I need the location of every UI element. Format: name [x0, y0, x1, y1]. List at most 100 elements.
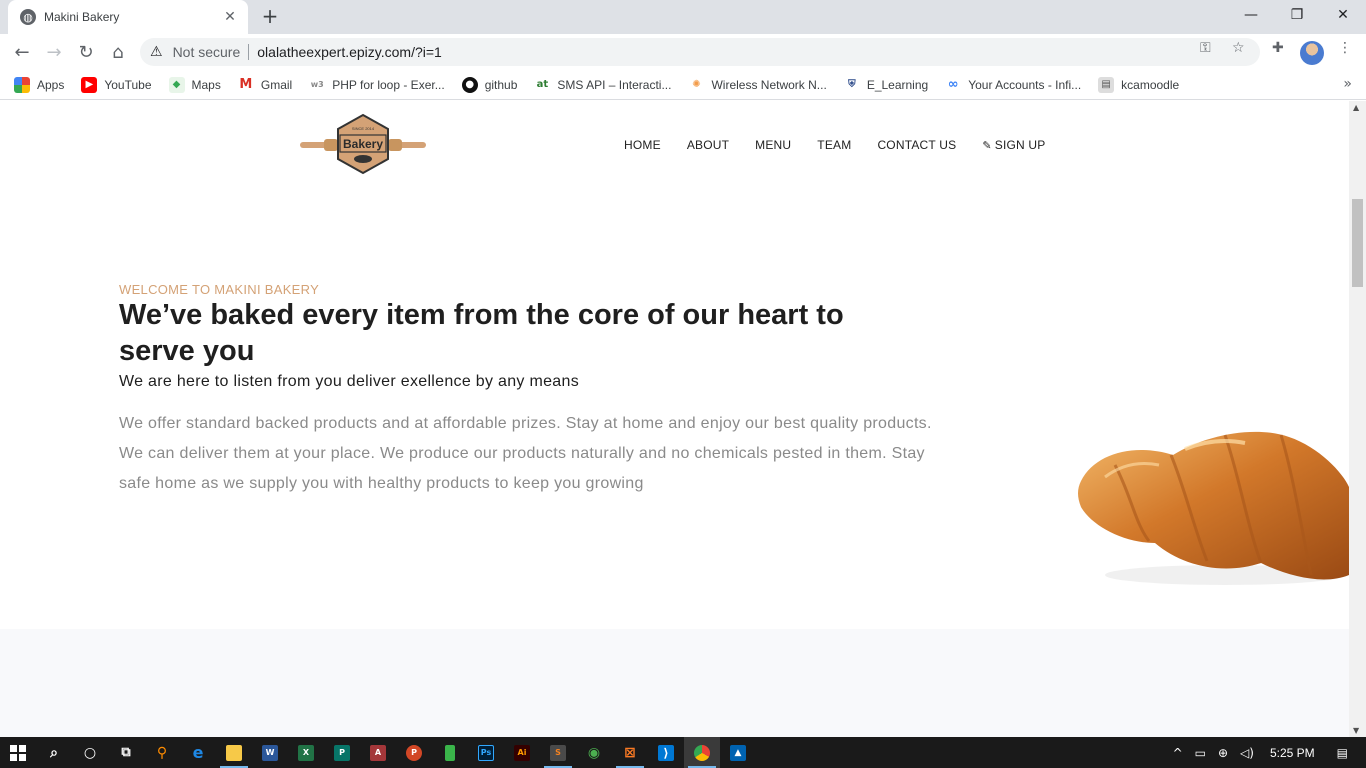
- taskbar-powerpoint[interactable]: P: [396, 737, 432, 768]
- bookmark-label: Apps: [37, 77, 65, 92]
- browser-tab[interactable]: ◍ Makini Bakery ✕: [8, 0, 248, 34]
- security-label[interactable]: Not secure: [173, 44, 241, 60]
- close-tab-icon[interactable]: ✕: [222, 9, 238, 25]
- bookmarks-bar: Apps ▶ YouTube ◆ Maps M Gmail w3 PHP for…: [0, 70, 1366, 100]
- taskbar-photos[interactable]: ▲: [720, 737, 756, 768]
- restore-button[interactable]: ❐: [1274, 0, 1320, 30]
- window-close-button[interactable]: ✕: [1320, 0, 1366, 30]
- bookmark-github[interactable]: ● github: [461, 76, 517, 93]
- taskbar-file-explorer[interactable]: [216, 737, 252, 768]
- taskbar-photoshop[interactable]: Ps: [468, 737, 504, 768]
- taskbar-everything[interactable]: ⚲: [144, 737, 180, 768]
- bookmark-elearning[interactable]: ⛨ E_Learning: [844, 77, 928, 93]
- taskbar-sublime[interactable]: S: [540, 737, 576, 768]
- nav-contact[interactable]: CONTACT US: [877, 138, 956, 152]
- bookmark-php-loop[interactable]: w3 PHP for loop - Exer...: [309, 77, 445, 93]
- bookmark-gmail[interactable]: M Gmail: [238, 77, 292, 93]
- nav-menu[interactable]: MENU: [755, 138, 791, 152]
- network-icon[interactable]: ⊕: [1218, 746, 1228, 760]
- url-text[interactable]: olalatheexpert.epizy.com/?i=1: [257, 44, 442, 60]
- access-icon: A: [370, 744, 386, 761]
- tray-chevron-icon[interactable]: ^: [1173, 746, 1183, 760]
- back-button[interactable]: ←: [8, 38, 36, 66]
- bookmark-sms-api[interactable]: at SMS API – Interacti...: [534, 77, 672, 93]
- taskbar-excel[interactable]: X: [288, 737, 324, 768]
- bookmark-kcamoodle[interactable]: ▤ kcamoodle: [1098, 76, 1179, 93]
- taskbar-cortana[interactable]: ○: [72, 737, 108, 768]
- notifications-icon[interactable]: ▤: [1337, 746, 1348, 760]
- browser-toolbar: ← → ↻ ⌂ ⚠ Not secure olalatheexpert.epiz…: [0, 34, 1366, 70]
- new-tab-button[interactable]: +: [258, 5, 282, 29]
- taskbar-search[interactable]: ⌕: [36, 737, 72, 768]
- search-icon: ⌕: [50, 744, 58, 761]
- nav-signup[interactable]: ✎ SIGN UP: [982, 138, 1071, 152]
- moodle-icon: ▤: [1098, 76, 1115, 93]
- bookmark-label: E_Learning: [866, 77, 929, 92]
- taskbar-xampp[interactable]: ⊠: [612, 737, 648, 768]
- xampp-icon: ⊠: [624, 744, 636, 761]
- minimize-button[interactable]: —: [1228, 0, 1274, 30]
- key-icon[interactable]: ⚿: [1200, 40, 1211, 56]
- site-header: SINCE 2014 Bakery HOME ABOUT MENU TEAM C…: [0, 101, 1349, 187]
- globe-icon: ◍: [20, 9, 36, 25]
- illustrator-icon: Ai: [514, 744, 530, 761]
- search-everything-icon: ⚲: [156, 744, 168, 761]
- clock-time[interactable]: 5:25 PM: [1270, 746, 1315, 760]
- nav-team[interactable]: TEAM: [817, 138, 851, 152]
- reload-button[interactable]: ↻: [72, 38, 100, 66]
- bookmark-wireless[interactable]: ✺ Wireless Network N...: [688, 77, 827, 93]
- taskbar-chrome[interactable]: [684, 737, 720, 768]
- windows-taskbar: ⌕ ○ ⧉ ⚲ e W X P A P Ps Ai S ◉ ⊠ ⟩ ▲ ^ ▭ …: [0, 737, 1366, 768]
- github-icon: ●: [461, 76, 478, 93]
- greenshot-icon: ◉: [587, 744, 601, 761]
- tab-title: Makini Bakery: [44, 10, 120, 24]
- battery-icon[interactable]: ▭: [1195, 746, 1206, 760]
- taskbar-greenshot[interactable]: ◉: [576, 737, 612, 768]
- sublime-icon: S: [550, 744, 566, 761]
- taskbar-vscode[interactable]: ⟩: [648, 737, 684, 768]
- address-bar[interactable]: ⚠ Not secure olalatheexpert.epizy.com/?i…: [140, 38, 1260, 66]
- volume-icon[interactable]: ◁): [1240, 746, 1254, 760]
- nav-home[interactable]: HOME: [624, 138, 661, 152]
- bakery-logo[interactable]: SINCE 2014 Bakery: [298, 113, 428, 175]
- taskbar-publisher[interactable]: P: [324, 737, 360, 768]
- croissant-image: [1078, 431, 1349, 585]
- menu-kebab-icon[interactable]: ⋮: [1338, 40, 1352, 56]
- scrollbar-thumb[interactable]: [1352, 199, 1363, 287]
- bookmark-label: Gmail: [260, 77, 293, 92]
- taskbar-green-app[interactable]: [432, 737, 468, 768]
- taskbar-word[interactable]: W: [252, 737, 288, 768]
- start-button[interactable]: [0, 737, 36, 768]
- forward-button[interactable]: →: [40, 38, 68, 66]
- scroll-down-icon[interactable]: ▼: [1353, 726, 1359, 735]
- apps-grid-icon: [14, 76, 30, 93]
- bookmark-youtube[interactable]: ▶ YouTube: [81, 76, 152, 93]
- warning-icon[interactable]: ⚠: [150, 44, 163, 60]
- page-scrollbar[interactable]: ▲ ▼: [1349, 101, 1366, 737]
- scroll-up-icon[interactable]: ▲: [1353, 103, 1359, 112]
- bookmark-label: SMS API – Interacti...: [557, 77, 672, 92]
- windows-logo-icon: [10, 744, 26, 761]
- taskbar-task-view[interactable]: ⧉: [108, 737, 144, 768]
- excel-icon: X: [298, 744, 314, 761]
- bookmark-maps[interactable]: ◆ Maps: [168, 76, 221, 93]
- word-icon: W: [262, 744, 278, 761]
- gmail-icon: M: [239, 77, 253, 92]
- system-tray: ^ ▭ ⊕ ◁) 5:25 PM ▤: [1167, 737, 1366, 768]
- taskbar-illustrator[interactable]: Ai: [504, 737, 540, 768]
- bookmarks-overflow-icon[interactable]: »: [1343, 76, 1352, 92]
- extensions-icon[interactable]: ✚: [1272, 40, 1284, 56]
- star-icon[interactable]: ☆: [1232, 40, 1245, 56]
- bookmark-accounts[interactable]: ∞ Your Accounts - Infi...: [945, 77, 1081, 93]
- logo-text: Bakery: [343, 137, 383, 151]
- bookmark-apps[interactable]: Apps: [14, 76, 65, 93]
- taskbar-access[interactable]: A: [360, 737, 396, 768]
- home-button[interactable]: ⌂: [104, 38, 132, 66]
- profile-avatar[interactable]: [1300, 41, 1324, 65]
- nav-about[interactable]: ABOUT: [687, 138, 729, 152]
- hero-body: We offer standard backed products and at…: [119, 415, 932, 492]
- cortana-icon: ○: [83, 744, 97, 761]
- taskbar-edge[interactable]: e: [180, 737, 216, 768]
- photoshop-icon: Ps: [478, 744, 494, 761]
- hero-section: WELCOME TO MAKINI BAKERY We’ve baked eve…: [0, 187, 1349, 629]
